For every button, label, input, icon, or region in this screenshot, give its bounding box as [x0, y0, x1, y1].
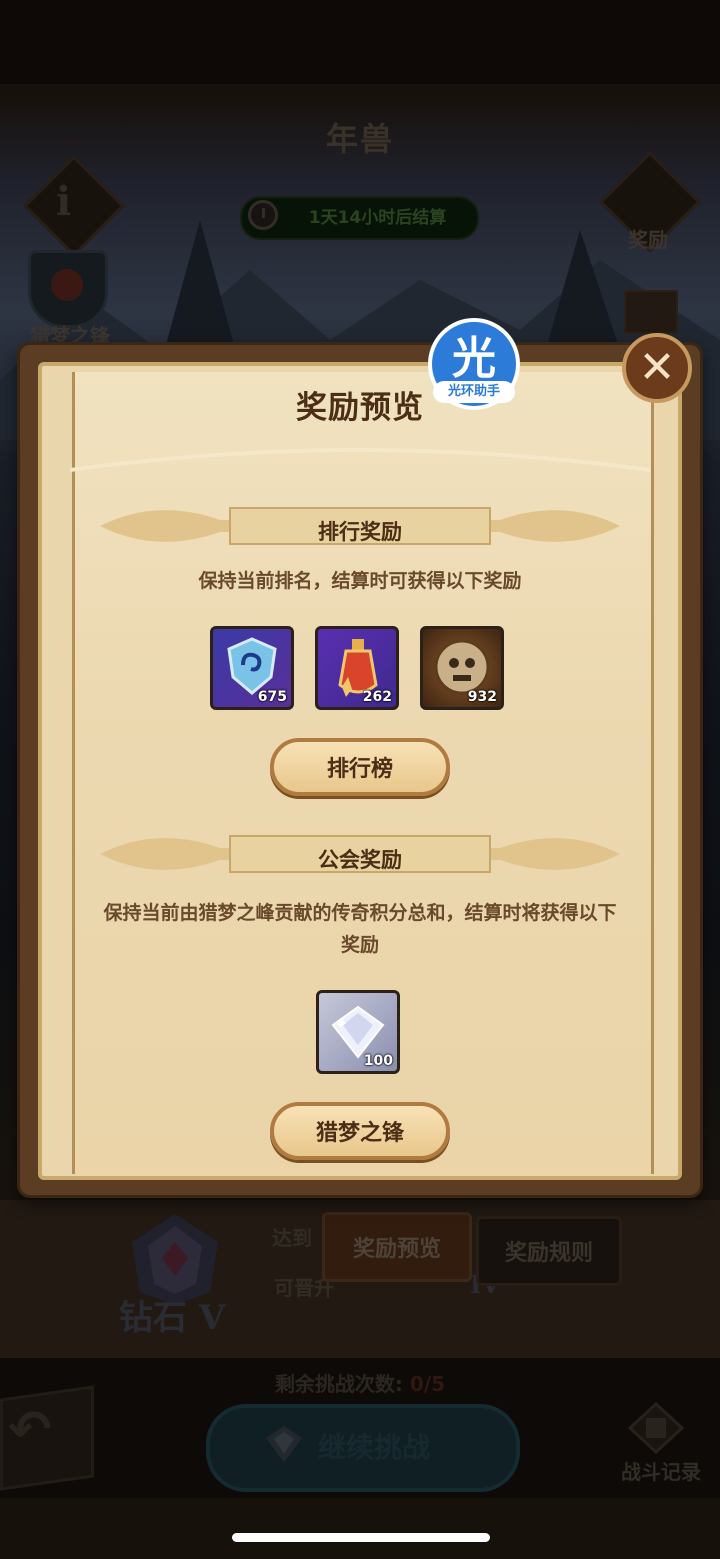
- reward-item-count: 675: [257, 689, 287, 705]
- leaderboard-button[interactable]: 排行榜: [270, 738, 450, 796]
- reward-item[interactable]: 262: [315, 626, 399, 710]
- guild-reward-description: 保持当前由猎梦之峰贡献的传奇积分总和，结算时将获得以下奖励: [103, 902, 617, 956]
- reward-item-count: 100: [363, 1053, 393, 1069]
- rank-reward-description: 保持当前排名，结算时可获得以下奖励: [198, 570, 522, 592]
- rank-reward-heading: 排行奖励: [318, 520, 402, 544]
- title-divider-ornament: [70, 448, 650, 472]
- guild-reward-heading: 公会奖励: [318, 848, 402, 872]
- close-icon: ✕: [638, 342, 676, 393]
- reward-item[interactable]: 100: [316, 990, 400, 1074]
- reward-item-count: 262: [362, 689, 392, 705]
- reward-item[interactable]: 675: [210, 626, 294, 710]
- helper-badge-label: 光环助手: [433, 381, 515, 403]
- modal-title: 奖励预览: [296, 390, 424, 426]
- guild-button[interactable]: 猎梦之锋: [270, 1102, 450, 1160]
- home-indicator[interactable]: [232, 1533, 490, 1542]
- helper-badge-icon: 光: [452, 333, 496, 384]
- reward-item[interactable]: 932: [420, 626, 504, 710]
- reward-item-count: 932: [467, 689, 497, 705]
